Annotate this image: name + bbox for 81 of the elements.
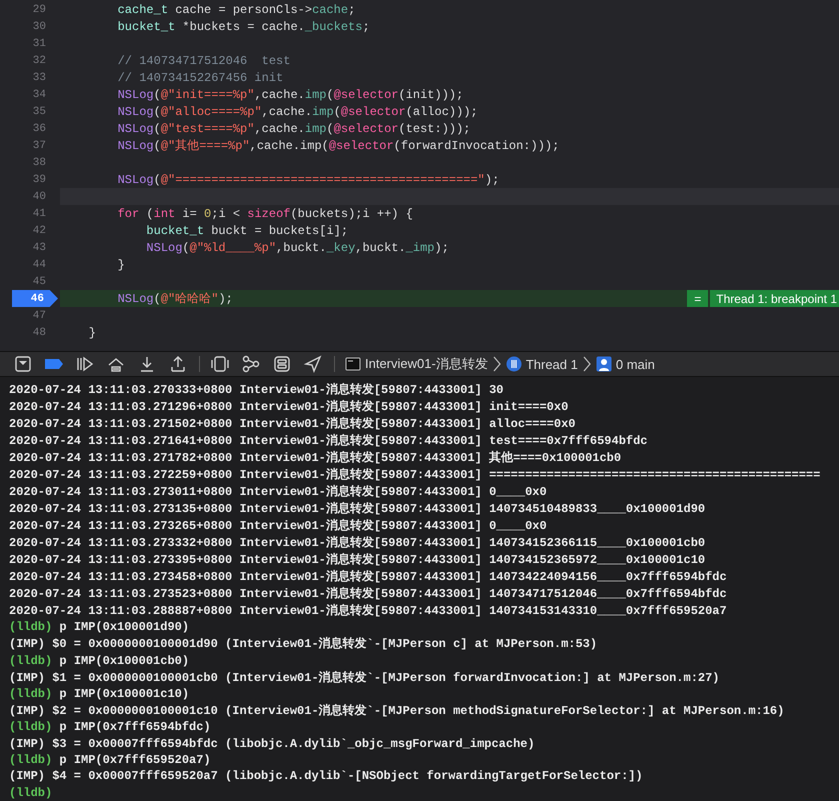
code-line: bucket_t buckt = buckets[i]; — [145, 224, 348, 238]
line-number: 43 — [32, 242, 47, 254]
console-line: 2020-07-24 13:11:03.273332+0800 Interview01-消息转发[59807:4433001] 140734152366115____0x100001cb0 — [9, 534, 706, 551]
line-number: 31 — [32, 38, 47, 50]
line-number: 47 — [32, 310, 47, 322]
line-number: 30 — [32, 20, 47, 32]
code-line: NSLog(@"test====%p",cache.imp(@selector(test:))); — [116, 122, 471, 136]
console-line: 2020-07-24 13:11:03.271502+0800 Interview01-消息转发[59807:4433001] alloc====0x0 — [9, 416, 576, 432]
console-line: (IMP) $3 = 0x00007fff6594bfdc (libobjc.A.dylib`_objc_msgForward_impcache) — [9, 736, 535, 751]
code-line: // 140734152267456 init — [116, 70, 284, 84]
line-number: 45 — [32, 276, 47, 288]
console-line: 2020-07-24 13:11:03.270333+0800 Interview01-消息转发[59807:4433001] 30 — [9, 382, 504, 398]
code-line: NSLog(@"alloc====%p",cache.imp(@selector(alloc))); — [116, 104, 478, 118]
code-line: for (int i= 0;i < sizeof(buckets);i ++) { — [116, 206, 413, 220]
line-number: 42 — [32, 224, 47, 236]
line-number: 48 — [32, 326, 47, 338]
continue-icon[interactable] — [75, 355, 95, 373]
thread-icon — [506, 356, 522, 372]
lldb-prompt: (lldb) — [9, 753, 52, 768]
line-number: 41 — [32, 208, 47, 220]
console-line: 2020-07-24 13:11:03.273011+0800 Interview01-消息转发[59807:4433001] 0____0x0 — [9, 484, 547, 500]
console-command: p IMP(0x7fff6594bfdc) — [58, 720, 211, 734]
console-command: p IMP(0x100001c10) — [58, 686, 190, 701]
console-line: 2020-07-24 13:11:03.288887+0800 Interview01-消息转发[59807:4433001] 140734153143310____0x7fff659520a7 — [9, 602, 727, 619]
breadcrumb-item[interactable]: Thread 1 — [526, 356, 578, 372]
code-line: // 140734717512046 test — [116, 54, 290, 68]
code-line: NSLog(@"=========================================="); — [116, 172, 500, 186]
console-line: 2020-07-24 13:11:03.273395+0800 Interview01-消息转发[59807:4433001] 140734152365972____0x100001c10 — [9, 552, 706, 568]
console-command: p IMP(0x100001d90) — [58, 620, 190, 634]
line-number: 44 — [32, 258, 47, 270]
code-line: NSLog(@"%ld____%p",buckt._key,buckt._imp); — [145, 240, 449, 254]
line-number: 35 — [32, 106, 47, 118]
breakpoint-label: Thread 1: breakpoint 1 — [710, 290, 839, 307]
code-line: NSLog(@"其他====%p",cache.imp(@selector(forwardInvocation:))); — [116, 138, 560, 154]
code-line: NSLog(@"哈哈哈"); — [116, 291, 233, 307]
breadcrumb-item[interactable]: Interview01-消息转发 — [365, 355, 488, 373]
console-toggle-icon[interactable] — [13, 355, 33, 373]
console-command: p IMP(0x7fff659520a7) — [58, 753, 211, 768]
location-icon[interactable] — [303, 355, 323, 373]
console-line: (IMP) $1 = 0x0000000100001cb0 (Interview01-消息转发`-[MJPerson forwardInvocation:] at MJPerson.m:27) — [9, 670, 720, 686]
line-number: 37 — [32, 140, 47, 152]
code-line: cache_t cache = personCls->cache; — [116, 2, 356, 16]
console-command: p IMP(0x100001cb0) — [58, 654, 190, 668]
line-number: 40 — [32, 190, 47, 202]
line-number: 29 — [32, 4, 47, 16]
lldb-prompt: (lldb) — [9, 720, 52, 734]
environment-icon[interactable] — [272, 355, 292, 373]
console-line: 2020-07-24 13:11:03.271296+0800 Interview01-消息转发[59807:4433001] init====0x0 — [9, 398, 568, 415]
console-line: 2020-07-24 13:11:03.271641+0800 Interview01-消息转发[59807:4433001] test====0x7fff6594bfdc — [9, 432, 648, 449]
line-number: 34 — [32, 88, 47, 100]
console-line: 2020-07-24 13:11:03.273265+0800 Interview01-消息转发[59807:4433001] 0____0x0 — [9, 518, 547, 534]
lldb-prompt: (lldb) — [9, 620, 52, 634]
code-line: } — [116, 258, 125, 272]
breakpoint-marker[interactable]: 46 — [12, 290, 58, 307]
person-icon — [596, 356, 612, 372]
line-number: 32 — [32, 54, 47, 66]
console-line: (IMP) $4 = 0x00007fff659520a7 (libobjc.A.dylib`-[NSObject forwardingTargetForSelector:]) — [9, 769, 643, 784]
code-line: bucket_t *buckets = cache._buckets; — [116, 20, 370, 34]
code-line: NSLog(@"init====%p",cache.imp(@selector(init))); — [116, 88, 464, 102]
terminal-icon — [345, 356, 361, 372]
lldb-prompt: (lldb) — [9, 654, 52, 668]
lldb-prompt: (lldb) — [9, 686, 52, 701]
console-line: (IMP) $2 = 0x0000000100001c10 (Interview01-消息转发`-[MJPerson methodSignatureForSelector:] at MJPerson.m:16) — [9, 702, 784, 720]
line-number: 36 — [32, 122, 47, 134]
line-number: 39 — [32, 174, 47, 186]
line-number: 33 — [32, 72, 47, 84]
console-line: 2020-07-24 13:11:03.272259+0800 Interview01-消息转发[59807:4433001] ============================================== — [9, 466, 820, 483]
chevron-icon — [492, 356, 502, 372]
view-debugger-icon[interactable] — [210, 355, 230, 373]
lldb-prompt: (lldb) — [9, 786, 52, 800]
console-line: 2020-07-24 13:11:03.273458+0800 Interview01-消息转发[59807:4433001] 140734224094156____0x7fff6594bfdc — [9, 568, 727, 585]
console-line: (IMP) $0 = 0x0000000100001d90 (Interview01-消息转发`-[MJPerson c] at MJPerson.m:53) — [9, 636, 598, 652]
code-line: } — [88, 326, 96, 340]
breadcrumb-item[interactable]: 0 main — [616, 356, 655, 372]
chevron-icon — [582, 356, 592, 372]
console-line: 2020-07-24 13:11:03.271782+0800 Interview01-消息转发[59807:4433001] 其他====0x100001cb0 — [9, 450, 622, 466]
badge-symbol: = — [687, 290, 708, 307]
memory-graph-icon[interactable] — [241, 355, 261, 373]
console-line: 2020-07-24 13:11:03.273135+0800 Interview01-消息转发[59807:4433001] 140734510489833____0x100001d90 — [9, 500, 706, 517]
line-number: 38 — [32, 156, 47, 168]
console-line: 2020-07-24 13:11:03.273523+0800 Interview01-消息转发[59807:4433001] 140734717512046____0x7fff6594bfdc — [9, 586, 727, 602]
